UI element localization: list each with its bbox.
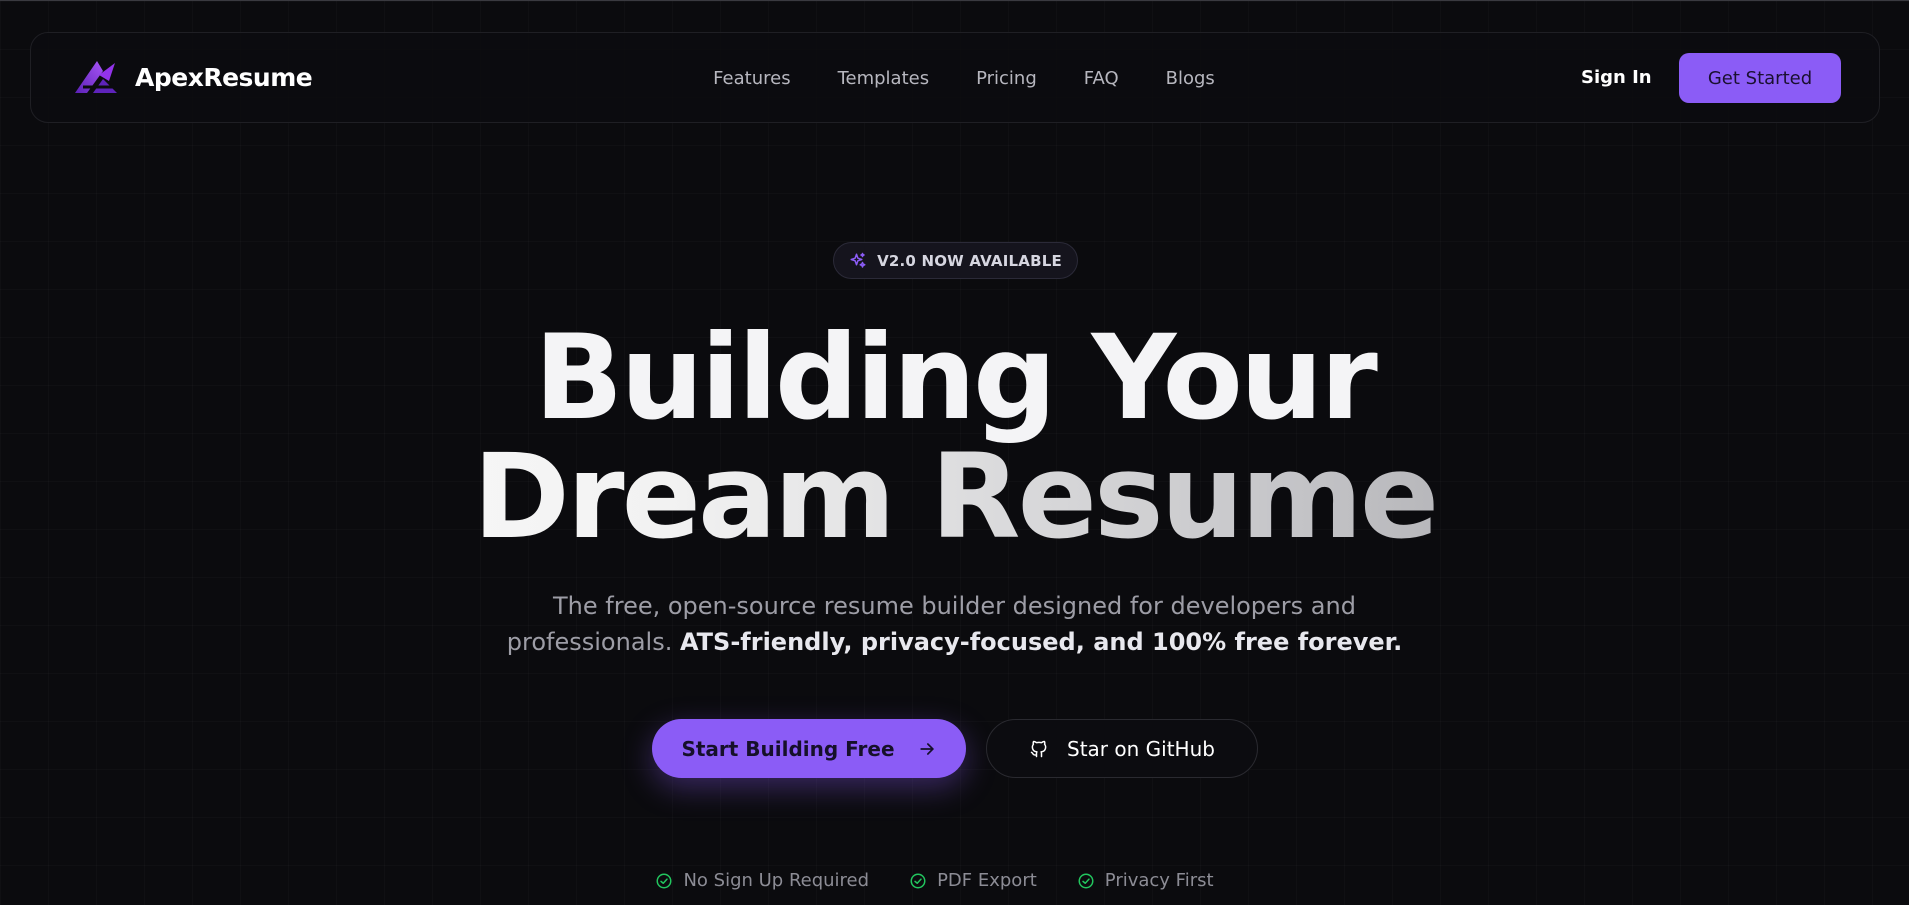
check-circle-icon [656,873,672,888]
get-started-button[interactable]: Get Started [1679,53,1841,103]
headline-line-2: Dream Resume [0,438,1909,555]
feature-label: No Sign Up Required [683,870,870,891]
check-circle-icon [910,873,926,888]
nav-link-faq[interactable]: FAQ [1084,68,1119,89]
nav-link-features[interactable]: Features [713,68,790,89]
apex-logo-icon [75,61,117,93]
version-badge: V2.0 NOW AVAILABLE [833,242,1078,279]
nav-link-templates[interactable]: Templates [838,68,930,89]
nav-link-pricing[interactable]: Pricing [976,68,1037,89]
landing-page: ApexResume Features Templates Pricing FA… [0,0,1909,905]
arrow-right-icon [919,742,934,755]
subtitle-plain-text: professionals. [506,628,680,656]
nav-link-blogs[interactable]: Blogs [1166,68,1215,89]
start-building-label: Start Building Free [681,736,895,761]
github-icon [1030,740,1047,757]
feature-item: No Sign Up Required [655,870,869,891]
feature-list: No Sign Up Required PDF Export Privacy F… [0,870,1889,891]
top-navbar: ApexResume Features Templates Pricing FA… [30,32,1880,123]
star-github-button[interactable]: Star on GitHub [986,719,1258,778]
headline-line-1: Building Your [534,309,1378,446]
check-circle-icon [1078,873,1094,888]
subtitle-highlight-text: ATS-friendly, privacy-focused, and 100% … [679,628,1403,656]
brand-name: ApexResume [135,62,313,92]
start-building-button[interactable]: Start Building Free [652,719,966,778]
feature-label: Privacy First [1104,870,1214,891]
sparkle-icon [850,252,866,268]
feature-item: PDF Export [909,870,1037,891]
feature-label: PDF Export [937,870,1037,891]
feature-item: Privacy First [1077,870,1214,891]
badge-text: V2.0 NOW AVAILABLE [877,251,1062,270]
brand-link[interactable]: ApexResume [73,57,313,97]
subtitle-line-1: The free, open-source resume builder des… [553,592,1356,620]
star-github-label: Star on GitHub [1067,736,1215,761]
sign-in-link[interactable]: Sign In [1581,67,1652,88]
hero-subtitle: The free, open-source resume builder des… [0,588,1909,660]
subtitle-line-2: professionals. ATS-friendly, privacy-foc… [0,624,1909,660]
